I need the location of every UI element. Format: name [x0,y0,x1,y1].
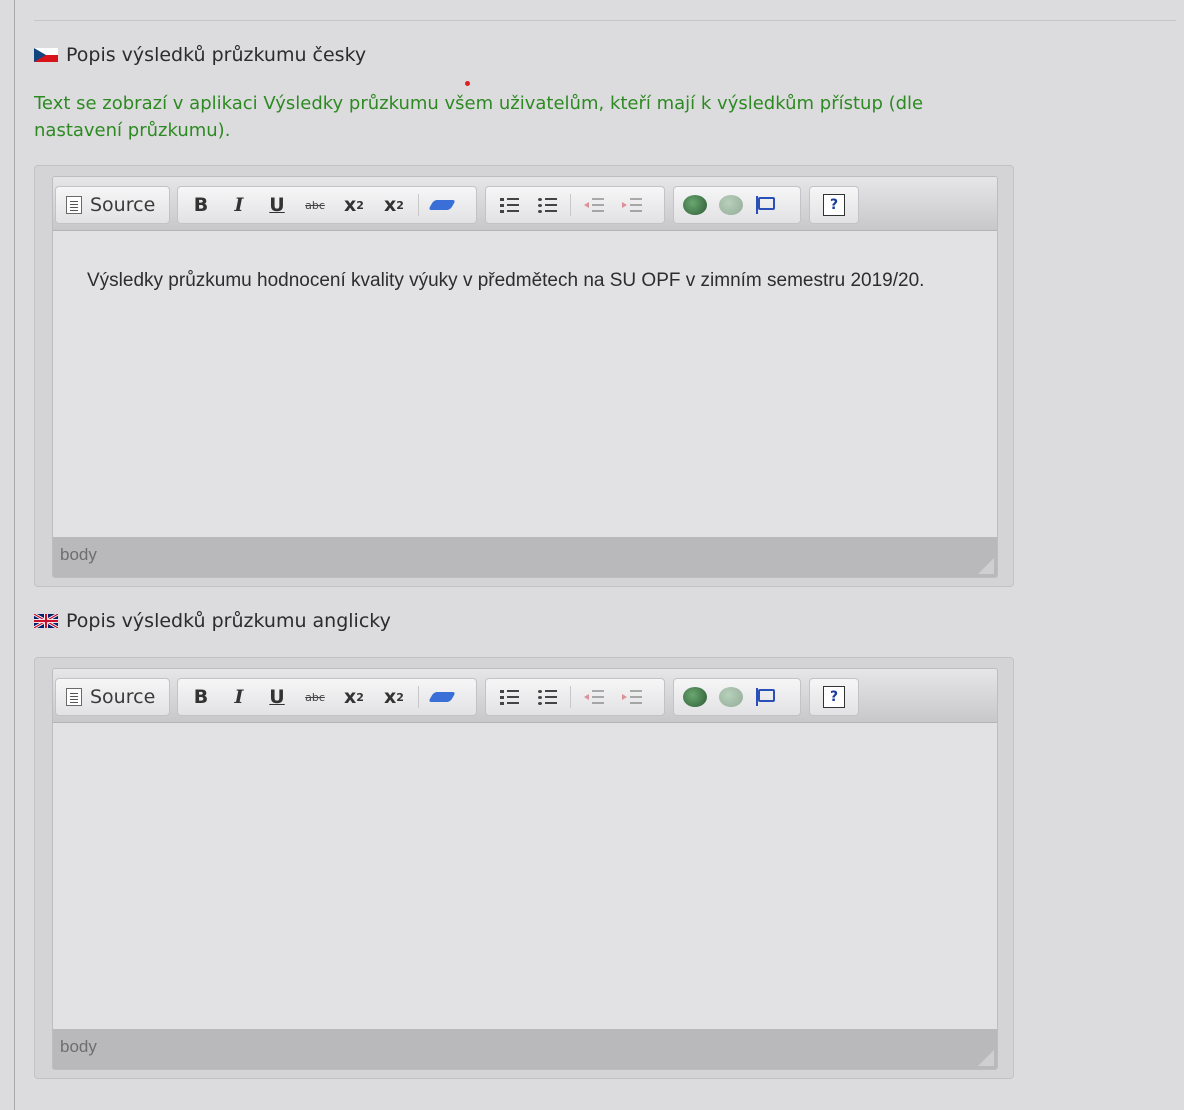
help-icon: ? [823,686,845,708]
remove-format-button[interactable] [423,187,461,223]
link-button[interactable] [680,187,710,223]
unlink-button[interactable] [716,187,746,223]
remove-format-button[interactable] [423,679,461,715]
decrease-indent-button[interactable] [575,187,613,223]
toolbar-separator [418,686,419,708]
strikethrough-button[interactable]: abc [296,679,334,715]
unlink-globe-icon [719,195,743,215]
subscript-mark: 2 [356,198,364,212]
toolbar-group-about: ? [809,186,859,224]
toolbar-group-basic-styles: B I U abc x2 x2 [177,678,477,716]
toolbar-separator [570,686,571,708]
english-editor-content[interactable] [53,723,997,1029]
eraser-icon [428,692,456,702]
bold-button[interactable]: B [182,679,220,715]
help-button[interactable]: ? [823,187,845,223]
italic-button[interactable]: I [220,187,258,223]
anchor-flag-icon [754,688,775,706]
link-globe-icon [683,687,707,707]
subscript-button[interactable]: x2 [334,187,374,223]
required-marker [465,81,470,86]
link-globe-icon [683,195,707,215]
czech-editor-frame: Source B I U abc x2 x2 ? Výsledky průzku… [52,176,998,578]
bulleted-list-button[interactable] [528,187,566,223]
italic-button[interactable]: I [220,679,258,715]
toolbar-separator [418,194,419,216]
subscript-button[interactable]: x2 [334,679,374,715]
source-button[interactable]: Source [56,187,165,223]
toolbar-group-paragraph [485,678,665,716]
superscript-mark: 2 [396,198,404,212]
anchor-button[interactable] [746,679,782,715]
czech-flag-icon [34,48,58,62]
english-editor-path: body [53,1029,997,1069]
toolbar-group-document: Source [55,678,170,716]
outdent-icon [584,197,604,213]
toolbar-group-document: Source [55,186,170,224]
numbered-list-button[interactable] [490,679,528,715]
czech-editor-content[interactable]: Výsledky průzkumu hodnocení kvality výuk… [53,231,997,537]
english-editor-frame: Source B I U abc x2 x2 ? body [52,668,998,1070]
superscript-x: x [384,194,397,216]
element-path-body[interactable]: body [60,545,97,564]
indent-icon [622,197,642,213]
czech-editor-path: body [53,537,997,577]
anchor-flag-icon [754,196,775,214]
english-editor-toolbar: Source B I U abc x2 x2 ? [53,669,997,723]
english-label-text: Popis výsledků průzkumu anglicky [66,610,391,632]
toolbar-group-links [673,678,801,716]
source-button-label: Source [90,686,156,708]
numbered-list-icon [499,197,519,213]
increase-indent-button[interactable] [613,187,651,223]
english-rich-text-editor: Source B I U abc x2 x2 ? body [34,657,1014,1079]
czech-description-label: Popis výsledků průzkumu česky [34,44,366,66]
subscript-x: x [344,194,357,216]
help-button[interactable]: ? [823,679,845,715]
strikethrough-button[interactable]: abc [296,187,334,223]
toolbar-group-links [673,186,801,224]
element-path-body[interactable]: body [60,1037,97,1056]
numbered-list-button[interactable] [490,187,528,223]
czech-hint-text: Text se zobrazí v aplikaci Výsledky průz… [34,93,924,141]
indent-icon [622,689,642,705]
toolbar-separator [570,194,571,216]
resize-handle[interactable] [978,1050,994,1066]
numbered-list-icon [499,689,519,705]
source-icon [66,688,82,706]
czech-editor-toolbar: Source B I U abc x2 x2 ? [53,177,997,231]
anchor-button[interactable] [746,187,782,223]
resize-handle[interactable] [978,558,994,574]
link-button[interactable] [680,679,710,715]
source-button[interactable]: Source [56,679,165,715]
bold-button[interactable]: B [182,187,220,223]
bulleted-list-icon [537,197,557,213]
english-description-label: Popis výsledků průzkumu anglicky [34,610,391,632]
subscript-x: x [344,686,357,708]
toolbar-group-about: ? [809,678,859,716]
help-icon: ? [823,194,845,216]
czech-rich-text-editor: Source B I U abc x2 x2 ? Výsledky průzku… [34,165,1014,587]
eraser-icon [428,200,456,210]
superscript-mark: 2 [396,690,404,704]
source-icon [66,196,82,214]
toolbar-group-basic-styles: B I U abc x2 x2 [177,186,477,224]
underline-button[interactable]: U [258,187,296,223]
czech-label-text: Popis výsledků průzkumu česky [66,44,367,66]
unlink-button[interactable] [716,679,746,715]
outdent-icon [584,689,604,705]
bulleted-list-icon [537,689,557,705]
toolbar-group-paragraph [485,186,665,224]
section-divider [34,20,1176,21]
superscript-button[interactable]: x2 [374,187,414,223]
superscript-button[interactable]: x2 [374,679,414,715]
superscript-x: x [384,686,397,708]
source-button-label: Source [90,194,156,216]
bulleted-list-button[interactable] [528,679,566,715]
underline-button[interactable]: U [258,679,296,715]
decrease-indent-button[interactable] [575,679,613,715]
unlink-globe-icon [719,687,743,707]
uk-flag-icon [34,614,58,628]
increase-indent-button[interactable] [613,679,651,715]
subscript-mark: 2 [356,690,364,704]
